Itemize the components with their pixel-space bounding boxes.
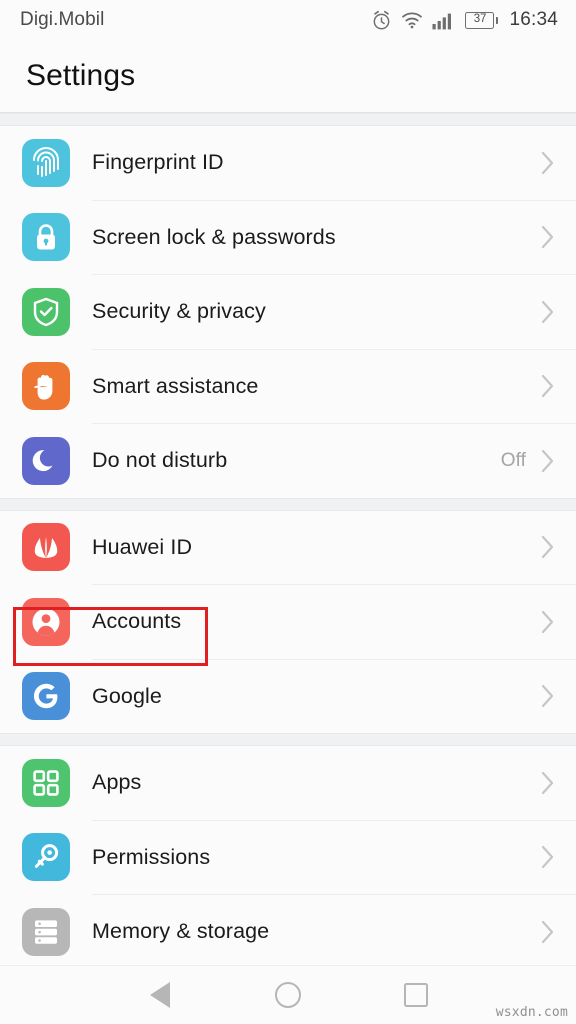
wifi-icon [402,12,423,29]
chevron-right-icon [540,448,556,474]
recents-button[interactable] [386,972,446,1018]
settings-row-smart-assistance[interactable]: Smart assistance [0,350,576,424]
chevron-right-icon [541,610,554,633]
settings-row-permissions[interactable]: Permissions [0,821,576,895]
settings-screen: Digi.Mobil 37 16:34 Settings Fingerprint… [0,0,576,1024]
person-icon [22,597,70,646]
chevron-right-icon [540,770,556,796]
settings-row-label: Google [92,683,162,708]
group-spacer [0,113,576,126]
group-spacer [0,497,576,511]
settings-row-apps[interactable]: Apps [0,746,576,820]
apps-grid-icon [22,758,70,807]
settings-row-security-privacy[interactable]: Security & privacy [0,275,576,349]
settings-row-label: Memory & storage [92,919,270,944]
moon-icon [22,436,70,485]
google-g-icon [22,672,70,721]
chevron-right-icon [541,449,554,472]
settings-row-screen-lock-passwords[interactable]: Screen lock & passwords [0,201,576,275]
settings-row-label: Screen lock & passwords [92,224,336,249]
clock-label: 16:34 [509,9,558,30]
signal-bars-icon [432,13,452,29]
page-header: Settings [0,40,576,112]
status-bar: Digi.Mobil 37 16:34 [0,0,576,40]
chevron-right-icon [540,844,556,870]
chevron-right-icon [540,299,556,325]
shield-check-icon [22,287,70,336]
settings-row-label: Security & privacy [92,299,266,324]
chevron-right-icon [541,375,554,398]
settings-row-label: Accounts [92,609,182,634]
chevron-right-icon [541,300,554,323]
group-spacer [0,733,576,746]
watermark: wsxdn.com [495,1005,568,1020]
settings-list: Fingerprint ID Screen lock & passwords Sec… [0,126,576,969]
lock-icon [22,213,70,262]
navigation-bar [0,965,576,1024]
chevron-right-icon [541,151,554,174]
alarm-clock-icon [374,10,390,29]
back-button[interactable] [130,972,190,1018]
battery-icon: 37 [465,11,499,29]
chevron-right-icon [540,373,556,399]
chevron-right-icon [541,846,554,869]
security-group: Fingerprint ID Screen lock & passwords Sec… [0,126,576,498]
back-triangle-icon [150,982,170,1008]
chevron-right-icon [540,534,556,560]
settings-row-google[interactable]: Google [0,660,576,734]
chevron-right-icon [540,919,556,945]
settings-row-label: Apps [92,770,142,795]
settings-row-accounts[interactable]: Accounts [0,585,576,659]
settings-row-label: Smart assistance [92,373,259,398]
chevron-right-icon [541,536,554,559]
settings-row-huawei-id[interactable]: Huawei ID [0,511,576,585]
system-group: Apps Permissions Memory & storage [0,746,576,969]
settings-row-fingerprint-id[interactable]: Fingerprint ID [0,126,576,200]
storage-icon [22,907,70,956]
chevron-right-icon [541,226,554,249]
page-title: Settings [26,59,136,92]
settings-row-do-not-disturb[interactable]: Do not disturb Off [0,424,576,498]
carrier-label: Digi.Mobil [20,9,105,30]
chevron-right-icon [540,683,556,709]
home-button[interactable] [258,972,318,1018]
accounts-group: Huawei ID Accounts Google [0,510,576,734]
chevron-right-icon [540,150,556,176]
fingerprint-icon [22,138,70,187]
settings-row-memory-storage[interactable]: Memory & storage [0,895,576,969]
chevron-right-icon [540,224,556,250]
settings-row-label: Fingerprint ID [92,150,224,175]
settings-row-value: Off [500,449,526,471]
chevron-right-icon [541,685,554,708]
battery-level-label: 37 [473,13,487,26]
chevron-right-icon [541,920,554,943]
settings-row-label: Huawei ID [92,534,193,559]
huawei-logo-icon [22,523,70,572]
chevron-right-icon [541,771,554,794]
home-circle-icon [275,982,301,1008]
chevron-right-icon [540,609,556,635]
settings-row-label: Permissions [92,844,211,869]
key-icon [22,833,70,882]
settings-row-label: Do not disturb [92,448,228,473]
hand-icon [22,362,70,411]
status-icons: 37 16:34 [371,9,558,31]
recents-square-icon [404,983,428,1007]
